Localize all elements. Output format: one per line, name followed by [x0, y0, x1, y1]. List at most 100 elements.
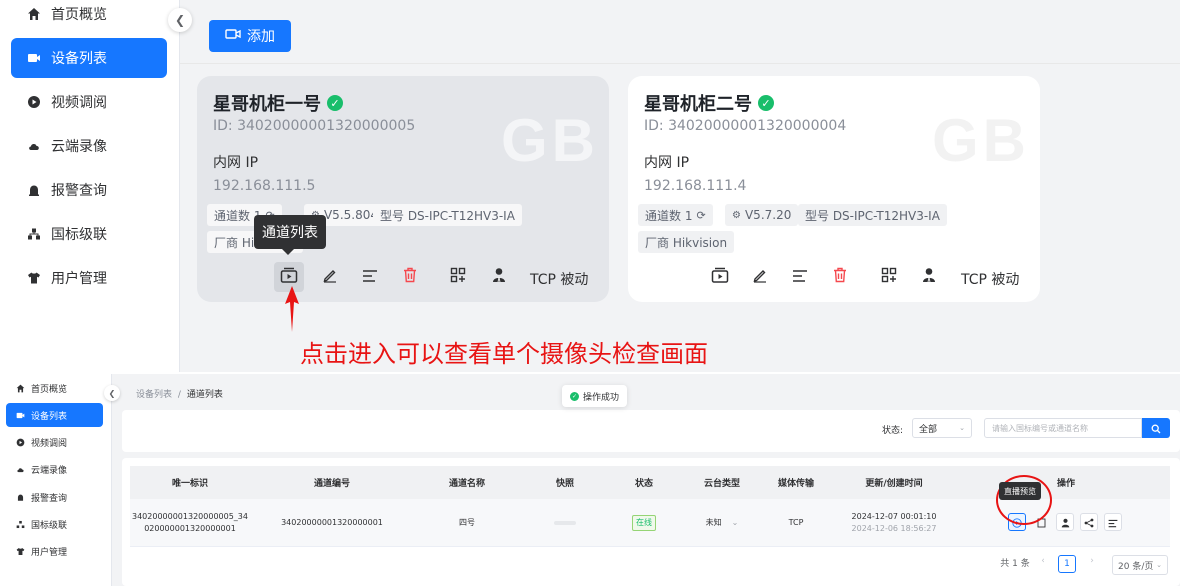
pager-page-1[interactable]: 1: [1058, 555, 1076, 573]
chevron-down-icon: ⌄: [959, 424, 965, 432]
search-input[interactable]: 请输入国标编号或通道名称: [984, 418, 1142, 438]
user-button[interactable]: [1056, 513, 1074, 531]
alarm-icon: [16, 493, 25, 502]
trash-icon: [833, 267, 847, 287]
share-button[interactable]: [1080, 513, 1098, 531]
breadcrumb: 设备列表 / 通道列表: [136, 390, 223, 400]
col-status: 状态: [634, 479, 653, 489]
grid-plus-icon: [881, 267, 897, 287]
delete-button[interactable]: [395, 262, 425, 292]
online-check-icon: ✓: [758, 95, 774, 111]
ip-label: 内网 IP: [644, 155, 690, 171]
cell-status: 在线: [610, 499, 678, 547]
nav-cloud[interactable]: 云端录像: [11, 126, 167, 166]
snapshot-placeholder: [554, 521, 576, 525]
version-tag: ⚙ V5.7.20: [725, 204, 799, 226]
chevron-down-icon: ⌄: [1156, 561, 1162, 569]
tcp-mode[interactable]: TCP 被动: [530, 269, 588, 289]
home-icon: [16, 384, 25, 393]
nav-home[interactable]: 首页概览: [11, 0, 167, 34]
breadcrumb-parent[interactable]: 设备列表: [136, 390, 172, 400]
model-tag: 型号 DS-IPC-T12HV3-IA: [798, 204, 947, 226]
nav-users[interactable]: 用户管理: [6, 539, 103, 563]
online-check-icon: ✓: [327, 95, 343, 111]
bottom-screenshot: 首页概览 设备列表 视频调阅 云端录像 报警查询 国标级联 用户管理 ❮ 设备列…: [0, 374, 1180, 586]
add-device-button[interactable]: 添加: [209, 20, 291, 52]
collapse-sidebar-button[interactable]: ❮: [168, 8, 192, 32]
success-toast: ✓ 操作成功: [562, 385, 628, 407]
nav-home[interactable]: 首页概览: [6, 376, 103, 400]
status-label: 状态:: [882, 426, 904, 436]
chevron-left-icon: ❮: [174, 13, 186, 27]
chevron-left-icon: ‹: [1041, 556, 1045, 566]
nav-users[interactable]: 用户管理: [11, 258, 167, 298]
nav-cascade[interactable]: 国标级联: [11, 214, 167, 254]
cell-ptz[interactable]: 未知 ⌄: [678, 499, 766, 547]
user-icon: [922, 267, 936, 287]
list-lines-icon: [362, 268, 378, 287]
add-channel-button[interactable]: [443, 262, 473, 292]
nav-cascade[interactable]: 国标级联: [6, 512, 103, 536]
sidebar-small: 首页概览 设备列表 视频调阅 云端录像 报警查询 国标级联 用户管理: [0, 374, 112, 586]
search-button[interactable]: [1142, 418, 1170, 438]
cell-uid: 34020000001320000005_34 0200000013200000…: [132, 512, 248, 533]
alarm-icon: [27, 183, 41, 197]
page-size-select[interactable]: 20 条/页 ⌄: [1112, 555, 1168, 575]
tcp-mode[interactable]: TCP 被动: [961, 269, 1019, 289]
success-check-icon: ✓: [570, 391, 579, 401]
ip-value: 192.168.111.4: [644, 178, 747, 194]
camera-icon: [16, 411, 25, 420]
status-select[interactable]: 全部 ⌄: [912, 418, 972, 438]
device-card-2[interactable]: GB 星哥机柜二号 ✓ ID: 34020000001320000004 内网 …: [628, 76, 1040, 302]
channel-list-button[interactable]: [705, 262, 735, 292]
table-row[interactable]: 34020000001320000005_34 0200000013200000…: [130, 475, 1170, 547]
device-id: ID: 34020000001320000004: [644, 118, 847, 134]
pager-prev-button[interactable]: ‹: [1036, 556, 1050, 566]
device-id: ID: 34020000001320000005: [213, 118, 416, 134]
nav-video[interactable]: 视频调阅: [6, 430, 103, 454]
add-channel-button[interactable]: [874, 262, 904, 292]
cell-time: 2024-12-07 00:01:10 2024-12-06 18:56:27: [851, 512, 937, 533]
nav-video[interactable]: 视频调阅: [11, 82, 167, 122]
delete-button[interactable]: [825, 262, 855, 292]
cell-channel-name: 四号: [459, 518, 475, 527]
search-icon: [1151, 419, 1161, 438]
gb-watermark: GB: [932, 107, 1030, 174]
device-card-1[interactable]: GB 星哥机柜一号 ✓ ID: 34020000001320000005 内网 …: [197, 76, 609, 302]
chevron-left-icon: ❮: [108, 388, 116, 398]
cell-transport: TCP: [788, 518, 804, 527]
edit-button[interactable]: [315, 262, 345, 292]
live-preview-tooltip: 直播预览: [999, 482, 1041, 500]
gb-watermark: GB: [501, 107, 599, 174]
col-transport: 媒体传输: [777, 479, 814, 489]
user-shirt-icon: [27, 271, 41, 285]
top-screenshot: 首页概览 设备列表 视频调阅 云端录像 报警查询 国标级联 用户管理 ❮ 添加 …: [0, 0, 1180, 372]
col-actions: 操作: [1056, 479, 1075, 489]
nav-device-list[interactable]: 设备列表: [6, 403, 103, 427]
play-circle-icon: [27, 95, 41, 109]
chip-icon: ⚙: [732, 209, 741, 221]
list-lines-icon: [1108, 513, 1118, 532]
cascade-icon: [16, 520, 25, 529]
user-button[interactable]: [914, 262, 944, 292]
nav-cloud[interactable]: 云端录像: [6, 457, 103, 481]
device-title: 星哥机柜一号 ✓: [213, 90, 343, 116]
cloud-icon: [16, 465, 25, 474]
status-badge: 在线: [632, 515, 656, 531]
chevron-down-icon: ⌄: [731, 518, 739, 527]
detail-button[interactable]: [785, 262, 815, 292]
nav-device-list[interactable]: 设备列表: [11, 38, 167, 78]
user-button[interactable]: [484, 262, 514, 292]
collapse-sidebar-button[interactable]: ❮: [104, 385, 120, 401]
grid-plus-icon: [450, 267, 466, 287]
detail-button[interactable]: [1104, 513, 1122, 531]
nav-alarm[interactable]: 报警查询: [11, 170, 167, 210]
edit-button[interactable]: [745, 262, 775, 292]
col-uid: 唯一标识: [171, 479, 208, 489]
detail-button[interactable]: [355, 262, 385, 292]
pager-total: 共 1 条: [1000, 559, 1030, 569]
user-shirt-icon: [16, 547, 25, 556]
nav-alarm[interactable]: 报警查询: [6, 485, 103, 509]
pager-next-button[interactable]: ›: [1085, 556, 1099, 566]
channel-list-icon: [280, 267, 298, 287]
